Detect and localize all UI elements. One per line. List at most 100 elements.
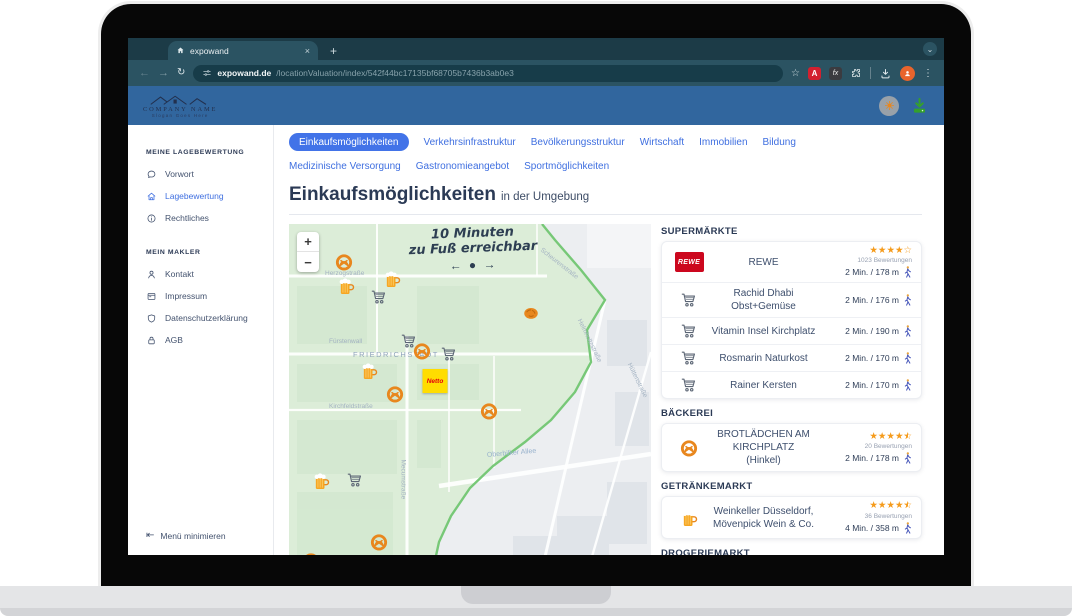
reload-button[interactable]: ↻	[177, 68, 185, 78]
downloads-icon[interactable]	[879, 67, 892, 80]
user-avatar[interactable]	[879, 96, 899, 116]
browser-tab[interactable]: expowand ×	[168, 41, 318, 60]
cart-icon	[346, 471, 364, 489]
place-name: BROTLÄDCHEN AM KIRCHPLATZ(Hinkel)	[707, 428, 820, 467]
info-icon	[146, 213, 157, 224]
download-icon	[910, 96, 929, 115]
map-marker-beer[interactable]	[382, 269, 402, 289]
map-marker-pretzel[interactable]	[334, 252, 354, 272]
company-logo[interactable]: COMPANY NAME Slogan Goes Here	[143, 93, 217, 119]
walking-person-icon	[903, 325, 912, 337]
places-panel: SUPERMÄRKTEREWEREWE★★★★☆1023 Bewertungen…	[661, 224, 922, 555]
place-row[interactable]: Rosmarin Naturkost2 Min. / 170 m	[662, 344, 921, 371]
place-row[interactable]: BROTLÄDCHEN AM KIRCHPLATZ(Hinkel)★★★★★☆2…	[662, 424, 921, 471]
tab-search-chevron-icon[interactable]: ⌄	[923, 42, 937, 56]
sidebar-item-impressum[interactable]: Impressum	[128, 285, 273, 307]
sidebar-item-label: Vorwort	[165, 169, 194, 179]
main-content: Einkaufsmöglichkeiten Verkehrsinfrastrukt…	[274, 125, 944, 555]
sidebar-item-label: Lagebewertung	[165, 191, 224, 201]
sidebar-item-label: Impressum	[165, 291, 207, 301]
toolbar-divider	[870, 67, 871, 79]
bookmark-star-icon[interactable]: ☆	[791, 68, 800, 79]
star-rating: ★★★★☆	[820, 246, 912, 256]
map-marker-cart[interactable]	[370, 288, 388, 306]
tab-bildung[interactable]: Bildung	[763, 133, 796, 151]
zoom-in-button[interactable]: +	[297, 232, 319, 252]
tab-medizinische-versorgung[interactable]: Medizinische Versorgung	[289, 157, 401, 175]
map-marker-cart[interactable]	[440, 345, 458, 363]
map-marker-pretzel[interactable]	[385, 384, 405, 404]
walking-person-icon	[903, 522, 912, 534]
forward-button[interactable]: →	[158, 68, 169, 79]
place-meta: 2 Min. / 170 m	[820, 352, 912, 364]
place-row[interactable]: Rainer Kersten2 Min. / 170 m	[662, 371, 921, 398]
roofs-logo-icon	[147, 93, 213, 106]
places-section: BÄCKEREIBROTLÄDCHEN AM KIRCHPLATZ(Hinkel…	[661, 408, 922, 472]
sidebar-item-kontakt[interactable]: Kontakt	[128, 263, 273, 285]
fx-extension-icon[interactable]: fx	[829, 67, 842, 80]
tab-einkaufsm-glichkeiten[interactable]: Einkaufsmöglichkeiten	[289, 133, 409, 151]
tab-sportm-glichkeiten[interactable]: Sportmöglichkeiten	[524, 157, 609, 175]
map-marker-pretzel[interactable]	[479, 401, 499, 421]
bread-icon	[522, 304, 540, 322]
walking-person-icon	[903, 452, 912, 464]
sidebar-item-label: AGB	[165, 335, 183, 345]
address-bar[interactable]: expowand.de/locationValuation/index/542f…	[193, 65, 783, 82]
place-row[interactable]: Rachid Dhabi Obst+Gemüse2 Min. / 176 m	[662, 282, 921, 317]
download-report-button[interactable]	[910, 96, 929, 115]
sidebar-item-rechtliches[interactable]: Rechtliches	[128, 207, 273, 229]
map-marker-beer[interactable]	[336, 276, 356, 296]
map-marker-pretzel[interactable]	[412, 341, 432, 361]
home-icon	[146, 191, 157, 202]
tab-immobilien[interactable]: Immobilien	[699, 133, 747, 151]
browser-window: expowand × + ⌄ ← → ↻ expowand.de/locatio…	[128, 38, 944, 555]
place-row[interactable]: REWEREWE★★★★☆1023 Bewertungen2 Min. / 17…	[662, 242, 921, 282]
sidebar-item-datenschutzerkl-rung[interactable]: Datenschutzerklärung	[128, 307, 273, 329]
pretzel-icon	[412, 341, 432, 361]
tab-verkehrsinfrastruktur[interactable]: Verkehrsinfrastruktur	[424, 133, 516, 151]
browser-menu-kebab-icon[interactable]: ⋮	[923, 68, 933, 79]
page-title-text: Einkaufsmöglichkeiten	[289, 184, 496, 205]
tab-gastronomieangebot[interactable]: Gastronomieangebot	[416, 157, 509, 175]
place-row[interactable]: Vitamin Insel Kirchplatz2 Min. / 190 m	[662, 317, 921, 344]
place-distance: 4 Min. / 358 m	[845, 523, 899, 533]
adobe-extension-icon[interactable]: A	[808, 67, 821, 80]
sidebar-item-lagebewertung[interactable]: Lagebewertung	[128, 185, 273, 207]
profile-avatar[interactable]	[900, 66, 915, 81]
beer-icon	[359, 361, 379, 381]
sidebar-item-agb[interactable]: AGB	[128, 329, 273, 351]
map-marker-beer[interactable]	[359, 361, 379, 381]
map-marker-beer[interactable]	[311, 471, 331, 491]
beer-icon	[679, 508, 699, 528]
home-icon	[176, 46, 185, 55]
extensions-puzzle-icon[interactable]	[850, 67, 862, 79]
minimize-menu-button[interactable]: ⇤ Menü minimieren	[146, 530, 226, 541]
beer-icon	[382, 269, 402, 289]
company-name: COMPANY NAME	[143, 106, 217, 114]
place-meta: 2 Min. / 176 m	[820, 294, 912, 306]
back-button[interactable]: ←	[139, 68, 150, 79]
tab-bev-lkerungsstruktur[interactable]: Bevölkerungsstruktur	[531, 133, 625, 151]
places-section-title: GETRÄNKEMARKT	[661, 481, 922, 492]
new-tab-button[interactable]: +	[330, 44, 337, 58]
map-marker-pretzel[interactable]	[369, 532, 389, 552]
place-distance: 2 Min. / 170 m	[845, 353, 899, 363]
places-card: REWEREWE★★★★☆1023 Bewertungen2 Min. / 17…	[661, 241, 922, 399]
page-subtitle: in der Umgebung	[501, 191, 589, 203]
map[interactable]: HerzogstraßeFürstenwallFRIEDRICHSTADTKir…	[289, 224, 651, 555]
map-marker-cart[interactable]	[346, 471, 364, 489]
minimize-icon: ⇤	[146, 530, 154, 541]
category-tabs: Einkaufsmöglichkeiten Verkehrsinfrastrukt…	[289, 130, 922, 175]
map-marker-pretzel[interactable]	[301, 551, 321, 555]
sidebar-item-vorwort[interactable]: Vorwort	[128, 163, 273, 185]
place-row[interactable]: Weinkeller Düsseldorf,Mövenpick Wein & C…	[662, 497, 921, 537]
zoom-out-button[interactable]: −	[297, 252, 319, 272]
map-marker-netto[interactable]: Netto	[423, 369, 448, 393]
tab-wirtschaft[interactable]: Wirtschaft	[640, 133, 684, 151]
sidebar-section-title: MEIN MAKLER	[146, 249, 273, 256]
review-count: 1023 Bewertungen	[820, 257, 912, 264]
walking-person-icon	[903, 266, 912, 278]
tab-close-icon[interactable]: ×	[305, 46, 310, 56]
site-settings-icon	[202, 68, 212, 78]
map-marker-bread[interactable]	[522, 304, 540, 322]
